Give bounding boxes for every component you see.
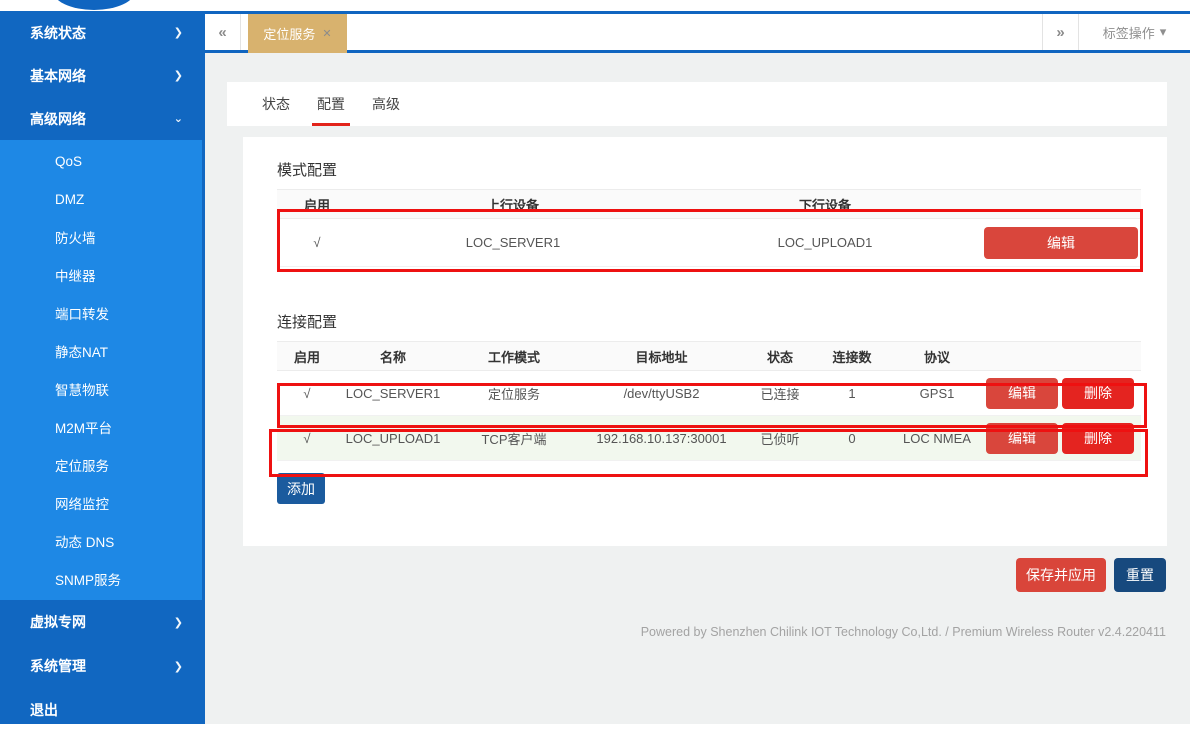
- status-value: 已连接: [744, 384, 816, 403]
- conn-config-title: 连接配置: [277, 311, 1167, 332]
- sidebar-item-smart-iot[interactable]: 智慧物联: [0, 370, 202, 408]
- count-value: 1: [816, 386, 888, 401]
- footer-text: Powered by Shenzhen Chilink IOT Technolo…: [205, 625, 1166, 639]
- sidebar-item-qos[interactable]: QoS: [0, 142, 202, 180]
- sidebar-item-dynamic-dns[interactable]: 动态 DNS: [0, 522, 202, 560]
- edit-button[interactable]: 编辑: [984, 227, 1138, 259]
- sidebar-item-label: 基本网络: [30, 66, 174, 86]
- sidebar-item-label: 退出: [30, 700, 183, 720]
- sidebar-item-logout[interactable]: 退出: [0, 688, 205, 732]
- sidebar-bottom-group: 虚拟专网 ❯ 系统管理 ❯ 退出: [0, 600, 205, 732]
- sidebar: 系统状态 ❯ 基本网络 ❯ 高级网络 ⌄ QoS DMZ 防火墙 中继器 端口转…: [0, 11, 205, 724]
- sidebar-item-system-status[interactable]: 系统状态 ❯: [0, 11, 205, 54]
- name-value: LOC_UPLOAD1: [337, 431, 449, 446]
- addr-value: /dev/ttyUSB2: [579, 386, 744, 401]
- sidebar-item-static-nat[interactable]: 静态NAT: [0, 332, 202, 370]
- chevron-right-icon: ❯: [174, 616, 183, 629]
- tab-spacer: [347, 14, 1042, 50]
- col-mode: 工作模式: [449, 347, 579, 366]
- count-value: 0: [816, 431, 888, 446]
- reset-button[interactable]: 重置: [1114, 558, 1166, 592]
- enabled-checkmark: √: [277, 431, 337, 446]
- downstream-value: LOC_UPLOAD1: [669, 235, 981, 250]
- proto-value: GPS1: [888, 386, 986, 401]
- sidebar-item-dmz[interactable]: DMZ: [0, 180, 202, 218]
- caret-down-icon: ▾: [1160, 24, 1167, 40]
- tab-label: 定位服务: [263, 24, 315, 43]
- mode-config-title: 模式配置: [277, 159, 1167, 180]
- sidebar-item-advanced-network[interactable]: 高级网络 ⌄: [0, 97, 205, 140]
- table-header-row: 启用 上行设备 下行设备: [277, 189, 1141, 219]
- delete-button[interactable]: 删除: [1062, 378, 1134, 409]
- chevron-right-icon: ❯: [174, 69, 183, 82]
- sidebar-item-snmp-service[interactable]: SNMP服务: [0, 560, 202, 598]
- scroll-tabs-left-button[interactable]: «: [205, 14, 241, 50]
- addr-value: 192.168.10.137:30001: [579, 431, 744, 446]
- col-count: 连接数: [816, 347, 888, 366]
- tab-advanced[interactable]: 高级: [372, 82, 400, 126]
- status-value: 已侦听: [744, 429, 816, 448]
- tab-location-service[interactable]: 定位服务 ✕: [248, 14, 347, 53]
- close-icon[interactable]: ✕: [322, 27, 331, 40]
- table-row: √ LOC_UPLOAD1 TCP客户端 192.168.10.137:3000…: [277, 416, 1141, 461]
- tab-label: 配置: [317, 94, 345, 114]
- sidebar-item-m2m-platform[interactable]: M2M平台: [0, 408, 202, 446]
- conn-config-table: 启用 名称 工作模式 目标地址 状态 连接数 协议 √ LOC_SERVER1 …: [277, 341, 1141, 461]
- page-tabs: 状态 配置 高级: [227, 82, 1167, 126]
- tab-bar: « 定位服务 ✕ » 标签操作 ▾: [205, 11, 1190, 53]
- col-downstream: 下行设备: [669, 195, 981, 214]
- col-upstream: 上行设备: [357, 195, 669, 214]
- sidebar-item-label: 高级网络: [30, 109, 174, 129]
- delete-button[interactable]: 删除: [1062, 423, 1134, 454]
- sidebar-item-label: 虚拟专网: [30, 612, 174, 632]
- sidebar-item-location-service[interactable]: 定位服务: [0, 446, 202, 484]
- sidebar-item-system-management[interactable]: 系统管理 ❯: [0, 644, 205, 688]
- main-panel: 模式配置 启用 上行设备 下行设备 √ LOC_SERVER1 LOC_UPLO…: [243, 137, 1167, 546]
- sidebar-item-network-monitor[interactable]: 网络监控: [0, 484, 202, 522]
- chevron-down-icon: ⌄: [174, 112, 183, 125]
- save-apply-button[interactable]: 保存并应用: [1016, 558, 1106, 592]
- col-name: 名称: [337, 347, 449, 366]
- sidebar-item-repeater[interactable]: 中继器: [0, 256, 202, 294]
- mode-config-table: 启用 上行设备 下行设备 √ LOC_SERVER1 LOC_UPLOAD1 编…: [277, 189, 1141, 267]
- enabled-checkmark: √: [277, 386, 337, 401]
- sidebar-submenu: QoS DMZ 防火墙 中继器 端口转发 静态NAT 智慧物联 M2M平台 定位…: [0, 140, 202, 600]
- tab-operations-label: 标签操作: [1103, 23, 1155, 42]
- edit-button[interactable]: 编辑: [986, 423, 1058, 454]
- table-row: √ LOC_SERVER1 定位服务 /dev/ttyUSB2 已连接 1 GP…: [277, 371, 1141, 416]
- chevron-right-icon: ❯: [174, 660, 183, 673]
- col-proto: 协议: [888, 347, 986, 366]
- double-chevron-right-icon: »: [1056, 24, 1064, 41]
- col-enabled: 启用: [277, 195, 357, 214]
- tab-status[interactable]: 状态: [262, 82, 290, 126]
- tab-config[interactable]: 配置: [317, 82, 345, 126]
- double-chevron-left-icon: «: [218, 24, 226, 41]
- upstream-value: LOC_SERVER1: [357, 235, 669, 250]
- table-header-row: 启用 名称 工作模式 目标地址 状态 连接数 协议: [277, 341, 1141, 371]
- tab-operations-dropdown[interactable]: 标签操作 ▾: [1078, 14, 1190, 50]
- top-strip: [0, 0, 1190, 11]
- active-tab-underline: [312, 123, 350, 126]
- sidebar-item-firewall[interactable]: 防火墙: [0, 218, 202, 256]
- add-button[interactable]: 添加: [277, 473, 325, 504]
- mode-value: 定位服务: [449, 384, 579, 403]
- col-addr: 目标地址: [579, 347, 744, 366]
- proto-value: LOC NMEA: [888, 431, 986, 446]
- scroll-tabs-right-button[interactable]: »: [1042, 14, 1078, 50]
- mode-value: TCP客户端: [449, 429, 579, 448]
- col-status: 状态: [744, 347, 816, 366]
- sidebar-item-port-forwarding[interactable]: 端口转发: [0, 294, 202, 332]
- chevron-right-icon: ❯: [174, 26, 183, 39]
- name-value: LOC_SERVER1: [337, 386, 449, 401]
- sidebar-item-label: 系统状态: [30, 23, 174, 43]
- logo-icon: [53, 0, 135, 10]
- edit-button[interactable]: 编辑: [986, 378, 1058, 409]
- enabled-checkmark: √: [277, 235, 357, 250]
- table-row: √ LOC_SERVER1 LOC_UPLOAD1 编辑: [277, 219, 1141, 267]
- sidebar-item-vpn[interactable]: 虚拟专网 ❯: [0, 600, 205, 644]
- col-enabled: 启用: [277, 347, 337, 366]
- sidebar-item-label: 系统管理: [30, 656, 174, 676]
- sidebar-item-basic-network[interactable]: 基本网络 ❯: [0, 54, 205, 97]
